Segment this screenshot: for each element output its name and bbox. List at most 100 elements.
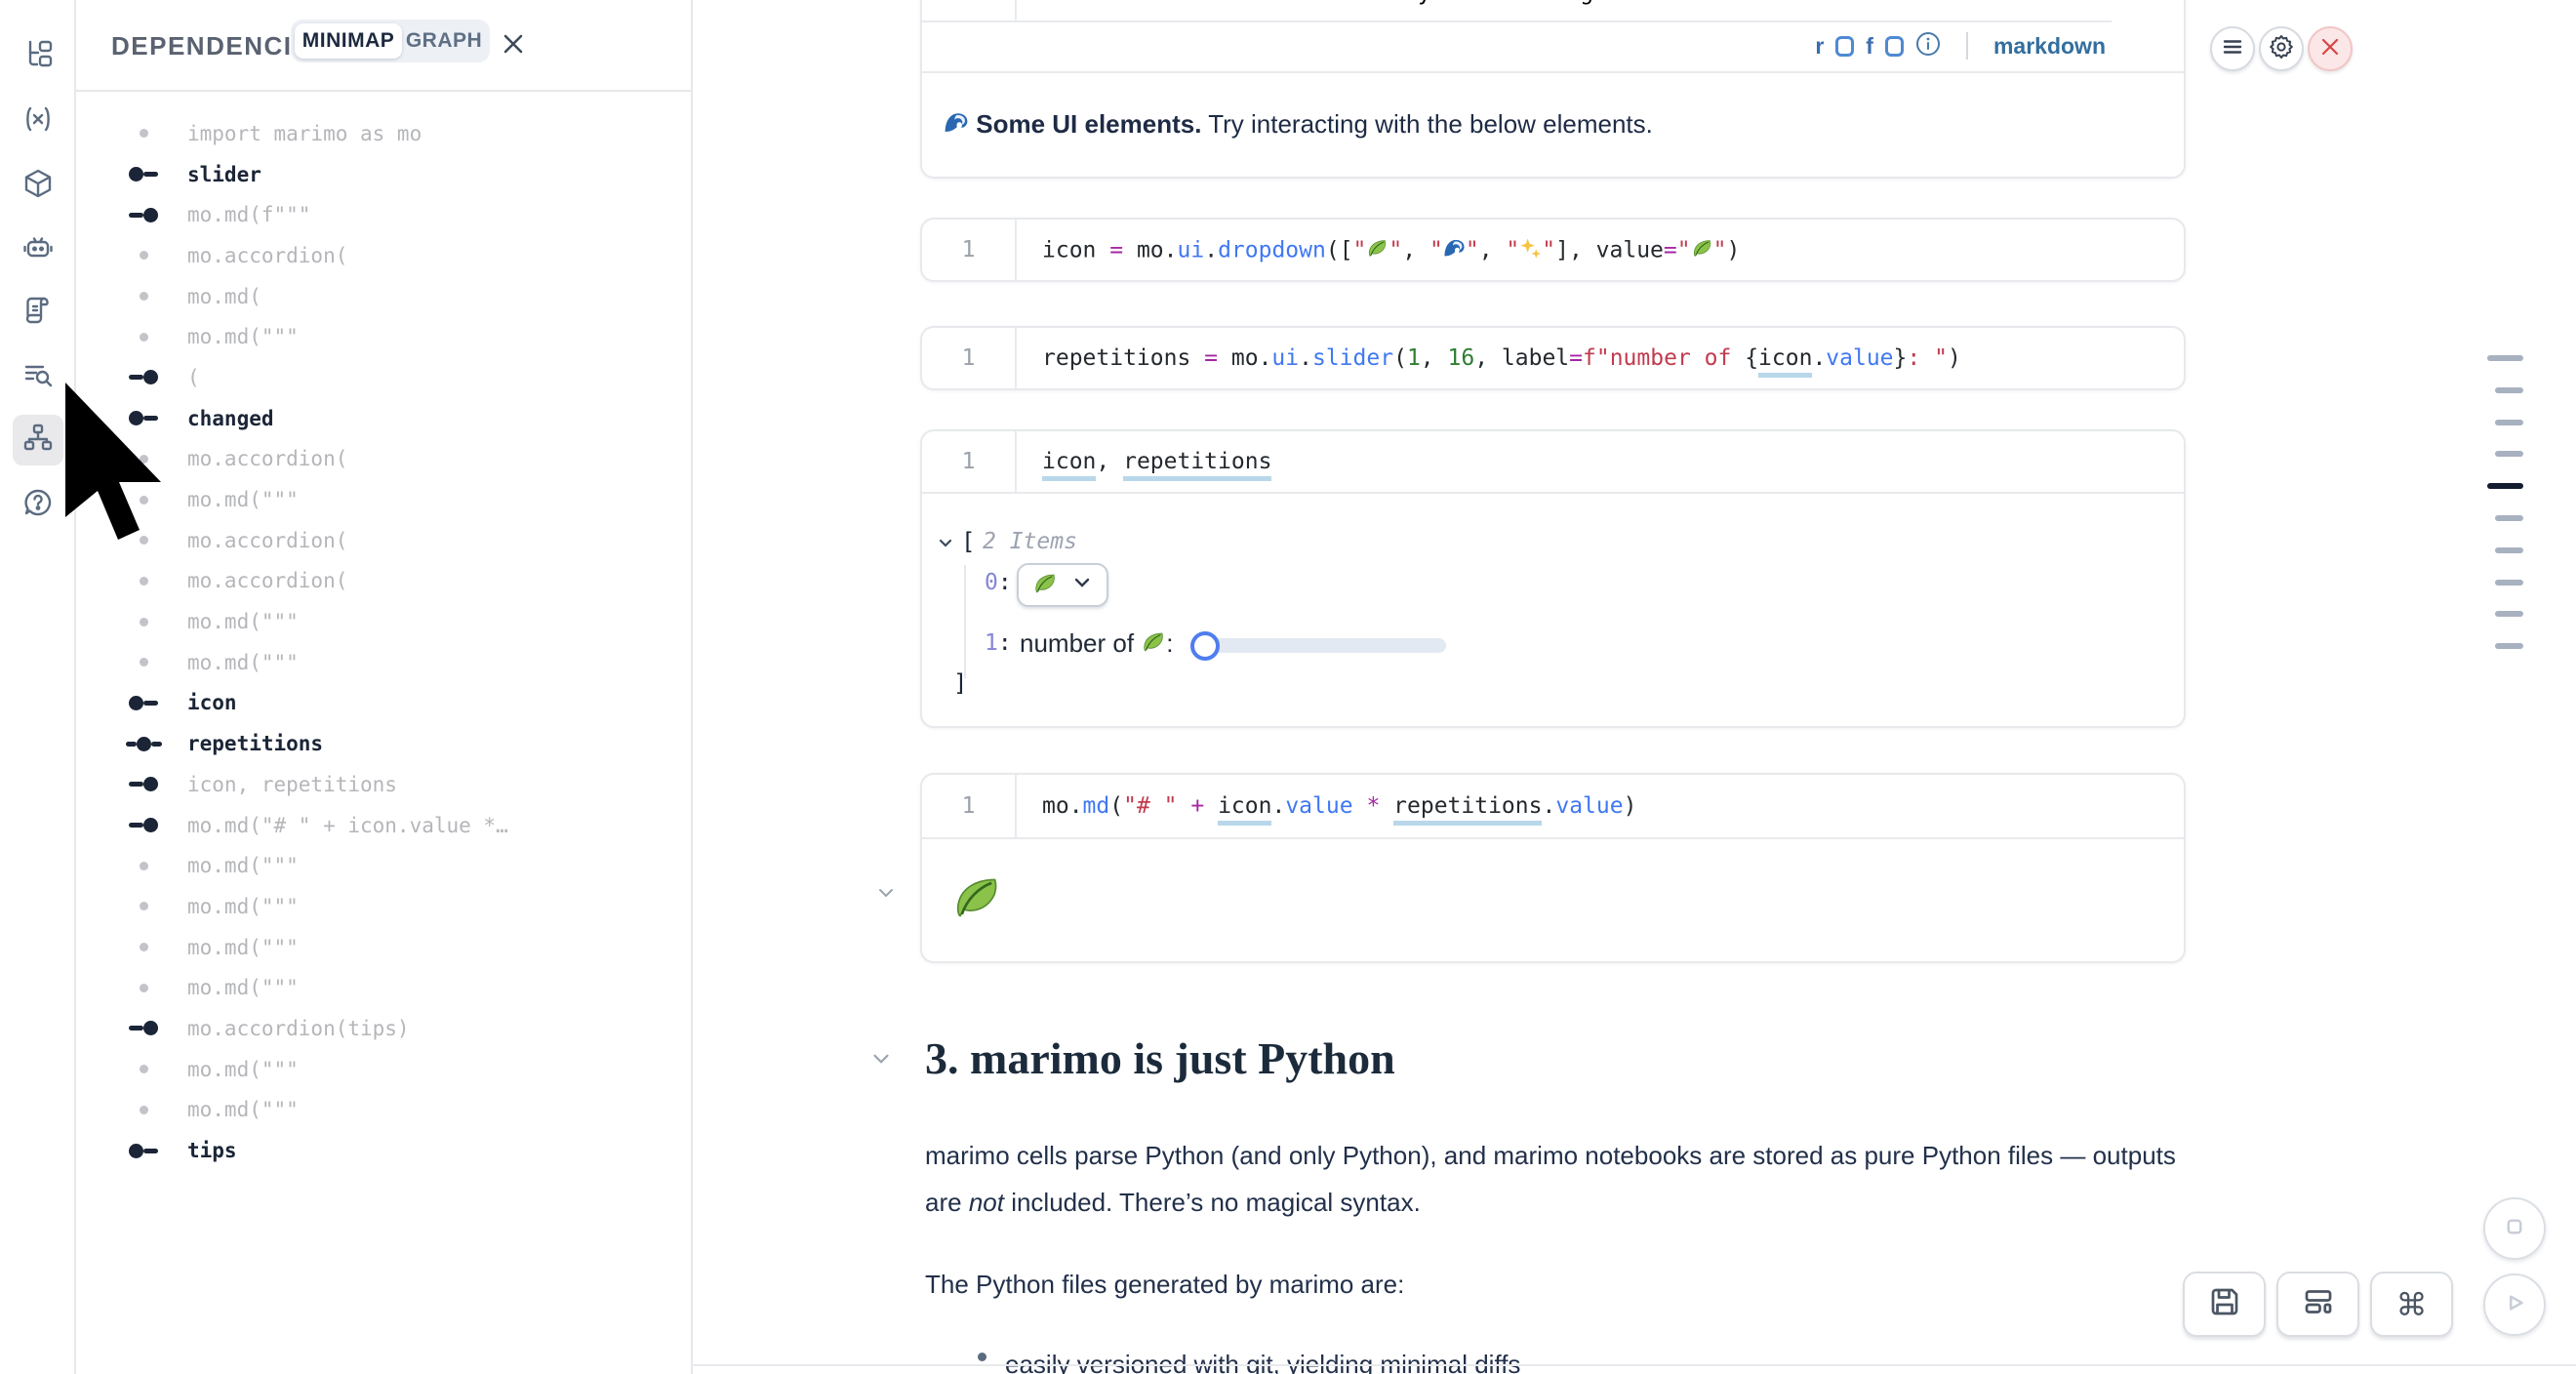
minimap-item[interactable]: mo.md(""" <box>76 316 691 357</box>
layout-grid-icon <box>2301 1284 2336 1324</box>
cell-markdown-header[interactable]: 1 ** Some UI elements.** Try interacting… <box>920 0 2186 179</box>
wave-emoji <box>1443 237 1466 260</box>
leaf-emoji <box>1032 570 1058 600</box>
minimap-item[interactable]: mo.md(""" <box>76 479 691 520</box>
minimap-item[interactable]: ( <box>76 357 691 398</box>
edge-mark-active[interactable] <box>2487 483 2523 489</box>
minimap-item-label: icon, repetitions <box>187 773 397 796</box>
minimap-item[interactable]: import marimo as mo <box>76 113 691 154</box>
minimap-item[interactable]: mo.accordion( <box>76 439 691 480</box>
tab-graph[interactable]: GRAPH <box>402 23 486 59</box>
info-icon[interactable] <box>1915 31 1941 61</box>
minimap-item[interactable]: mo.md("# " + icon.value *… <box>76 805 691 846</box>
code-line[interactable]: icon, repetitions <box>1017 449 1271 474</box>
minimap-item[interactable]: mo.accordion( <box>76 561 691 602</box>
edge-mark[interactable] <box>2495 611 2523 617</box>
section-collapse-chevron-icon[interactable] <box>868 1046 894 1076</box>
variables-button[interactable] <box>13 96 63 146</box>
edge-mark[interactable] <box>2495 451 2523 457</box>
divider <box>922 71 2184 73</box>
cell-md-leaf[interactable]: 1 mo.md("# " + icon.value * repetitions.… <box>920 773 2186 963</box>
minimap-item-label: ( <box>187 366 200 389</box>
code-line[interactable]: mo.md("# " + icon.value * repetitions.va… <box>1017 793 1636 819</box>
icon-dropdown-select[interactable] <box>1017 563 1108 607</box>
minimap-item[interactable]: mo.md(""" <box>76 1090 691 1131</box>
minimap-item[interactable]: tips <box>76 1130 691 1171</box>
minimap-item[interactable]: changed <box>76 398 691 439</box>
wave-emoji <box>944 110 969 136</box>
format-checkbox[interactable] <box>1885 36 1904 57</box>
slider-knob[interactable] <box>1190 631 1220 661</box>
cell-marker-dot-icon <box>121 333 166 342</box>
minimap-item[interactable]: mo.md(""" <box>76 642 691 683</box>
minimap-item-label: slider <box>187 163 262 186</box>
minimap-item[interactable]: mo.md(f""" <box>76 194 691 235</box>
bottom-border <box>693 1364 2576 1366</box>
cell-marker-dot-icon <box>121 129 166 138</box>
tab-minimap[interactable]: MINIMAP <box>295 23 402 59</box>
collapse-chevron-icon[interactable] <box>936 533 955 557</box>
reactive-checkbox[interactable] <box>1835 36 1854 57</box>
dependencies-button[interactable] <box>13 415 63 465</box>
notebook-menu-button[interactable] <box>2210 26 2255 71</box>
leaf-emoji <box>1366 237 1389 260</box>
cell-marker-dot-icon <box>121 1065 166 1073</box>
edge-mark[interactable] <box>2495 387 2523 393</box>
minimap-item[interactable]: mo.md(""" <box>76 845 691 886</box>
file-explorer-button[interactable] <box>13 31 63 82</box>
minimap-item[interactable]: mo.md(""" <box>76 1049 691 1090</box>
edge-mark[interactable] <box>2495 515 2523 521</box>
colon: : <box>998 630 1012 656</box>
snippets-button[interactable] <box>13 351 63 402</box>
minimap-item[interactable]: mo.md( <box>76 276 691 317</box>
cell-collapse-chevron-icon[interactable] <box>874 881 898 909</box>
play-icon <box>2500 1288 2529 1322</box>
cell-icon-repetitions[interactable]: 1 icon, repetitions [ 2 Items 0: 1: numb… <box>920 429 2186 728</box>
stop-button[interactable] <box>2483 1197 2546 1260</box>
items-count: 2 Items <box>983 529 1077 554</box>
minimap-item[interactable]: mo.md(""" <box>76 601 691 642</box>
layout-button[interactable] <box>2276 1272 2359 1337</box>
cell-repetitions-slider[interactable]: 1 repetitions = mo.ui.slider(1, 16, labe… <box>920 326 2186 390</box>
minimap-item-label: mo.md(f""" <box>187 203 310 226</box>
ai-assistant-button[interactable] <box>13 224 63 275</box>
logs-button[interactable] <box>13 287 63 338</box>
edge-mark[interactable] <box>2495 643 2523 649</box>
minimap-item[interactable]: mo.accordion( <box>76 235 691 276</box>
minimap-item[interactable]: slider <box>76 154 691 195</box>
minimap-item-label: tips <box>187 1139 237 1162</box>
minimap-item[interactable]: mo.accordion(tips) <box>76 1008 691 1049</box>
minimap-item-label: mo.md(""" <box>187 1098 299 1121</box>
save-button[interactable] <box>2183 1272 2266 1337</box>
cell-icon-dropdown[interactable]: 1 icon = mo.ui.dropdown(["", "", ""], va… <box>920 218 2186 282</box>
marimo-app: DEPENDENCIES MINIMAP GRAPH import marimo… <box>0 0 2576 1374</box>
package-cube-icon <box>22 168 54 204</box>
run-button[interactable] <box>2483 1273 2546 1336</box>
help-button[interactable] <box>13 479 63 530</box>
cell-marker-dot-icon <box>121 1106 166 1114</box>
edge-mark[interactable] <box>2495 547 2523 553</box>
slider-track[interactable] <box>1202 638 1446 653</box>
minimap-item[interactable]: icon, repetitions <box>76 764 691 805</box>
edge-mark[interactable] <box>2495 580 2523 586</box>
minimap-item[interactable]: mo.md(""" <box>76 927 691 968</box>
code-editor[interactable]: 1 ** Some UI elements.** Try interacting… <box>922 0 2184 20</box>
line-number: 1 <box>922 431 1017 492</box>
minimap-item[interactable]: mo.md(""" <box>76 967 691 1008</box>
minimap-item[interactable]: mo.accordion( <box>76 520 691 561</box>
packages-button[interactable] <box>13 160 63 211</box>
minimap-item[interactable]: repetitions <box>76 723 691 764</box>
shutdown-button[interactable] <box>2308 26 2353 71</box>
language-badge[interactable]: markdown <box>1993 33 2106 60</box>
cell-marker-ref-icon <box>121 1021 166 1035</box>
list-search-icon <box>22 359 54 395</box>
code-line[interactable]: repetitions = mo.ui.slider(1, 16, label=… <box>1017 345 1961 371</box>
keyboard-shortcuts-button[interactable]: ⌘ <box>2370 1272 2453 1337</box>
code-line[interactable]: icon = mo.ui.dropdown(["", "", ""], valu… <box>1017 237 1740 263</box>
edge-mark[interactable] <box>2487 355 2523 361</box>
edge-mark[interactable] <box>2495 420 2523 425</box>
close-panel-button[interactable] <box>498 30 529 61</box>
minimap-item[interactable]: mo.md(""" <box>76 886 691 927</box>
settings-button[interactable] <box>2259 26 2304 71</box>
minimap-item[interactable]: icon <box>76 683 691 724</box>
